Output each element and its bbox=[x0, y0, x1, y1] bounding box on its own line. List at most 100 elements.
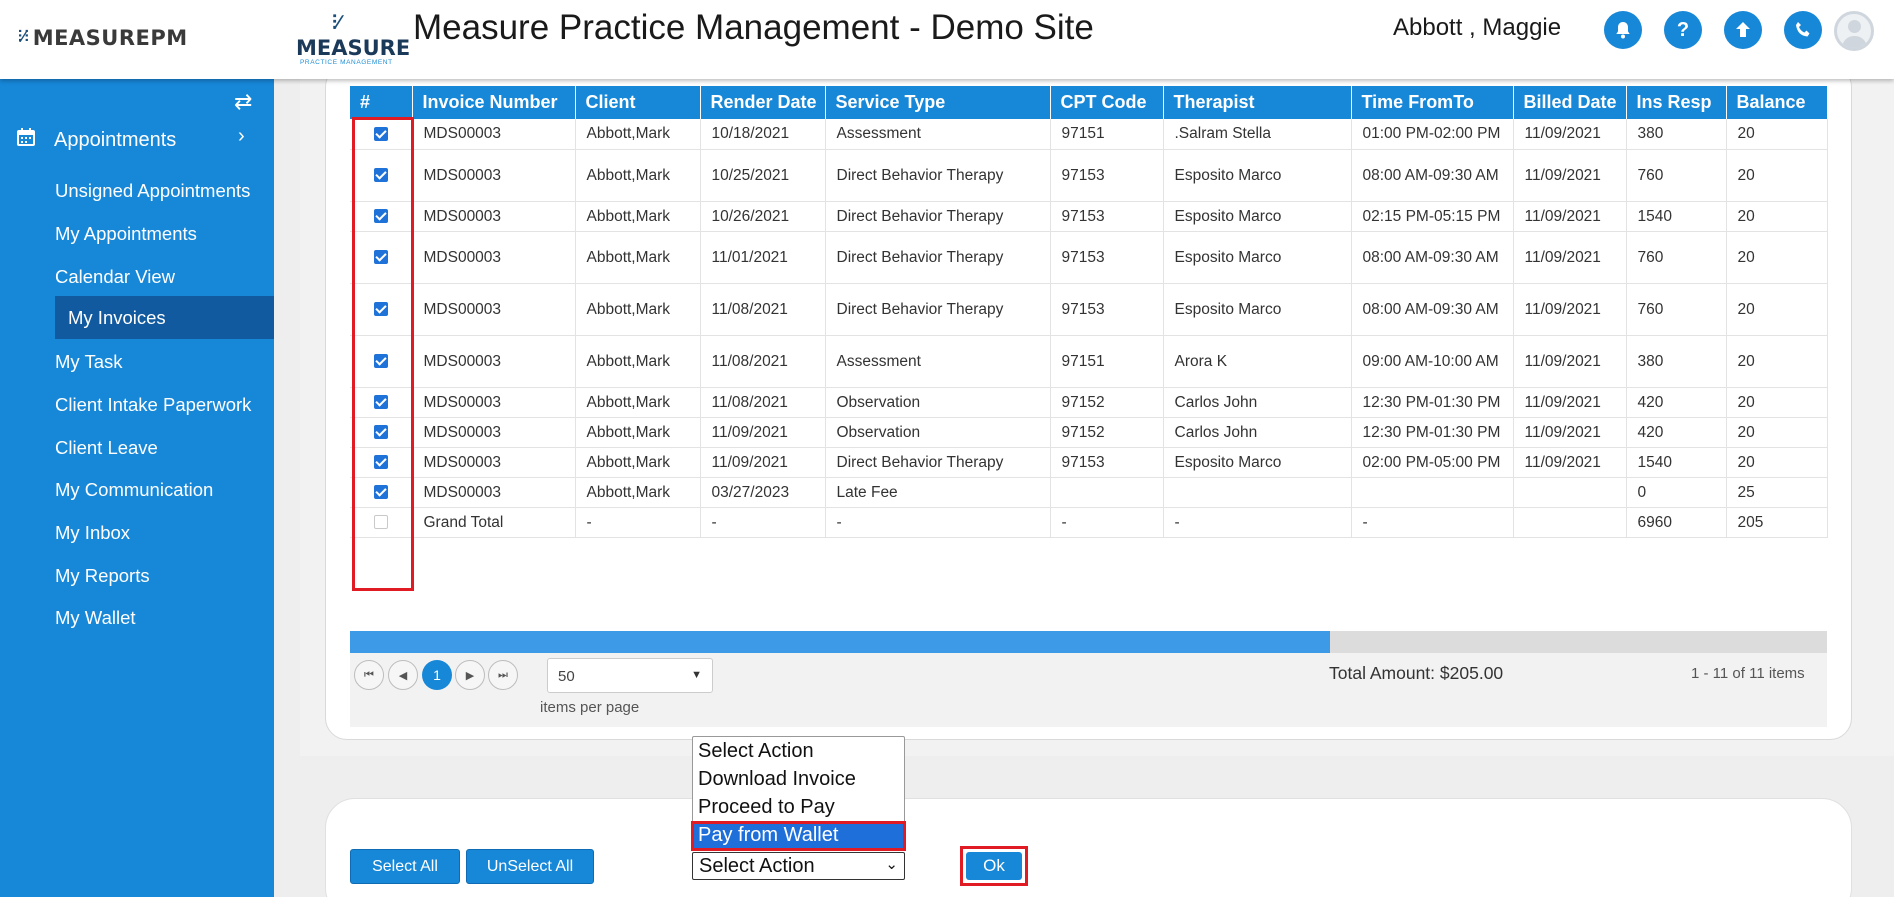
unselect-all-button[interactable]: UnSelect All bbox=[466, 849, 594, 884]
next-page-icon[interactable]: ▶ bbox=[455, 660, 485, 690]
sidebar-item-my-inbox[interactable]: My Inbox bbox=[55, 522, 130, 544]
invoice-grid: # Invoice Number Client Render Date Serv… bbox=[350, 86, 1828, 538]
row-checkbox[interactable] bbox=[373, 354, 388, 369]
table-row[interactable]: MDS00003 Abbott,Mark 10/18/2021 Assessment 9… bbox=[350, 119, 1828, 150]
user-avatar-icon[interactable] bbox=[1834, 11, 1874, 51]
option-select-action[interactable]: Select Action bbox=[693, 739, 904, 765]
col-header-therapist[interactable]: Therapist bbox=[1163, 86, 1352, 119]
col-header-service-type[interactable]: Service Type bbox=[825, 86, 1051, 119]
sidebar-item-unsigned-appointments[interactable]: Unsigned Appointments bbox=[55, 180, 250, 202]
scrollbar-thumb[interactable] bbox=[350, 631, 1330, 653]
upload-icon[interactable] bbox=[1724, 11, 1762, 49]
cell-billed-date: 11/09/2021 bbox=[1513, 335, 1627, 388]
option-proceed-to-pay[interactable]: Proceed to Pay bbox=[693, 795, 904, 821]
cell-service-type: Observation bbox=[825, 387, 1051, 418]
sidebar-item-my-communication[interactable]: My Communication bbox=[55, 479, 213, 501]
help-icon[interactable]: ? bbox=[1664, 11, 1702, 49]
option-pay-from-wallet[interactable]: Pay from Wallet bbox=[691, 821, 906, 851]
last-page-icon[interactable]: ⏭ bbox=[488, 660, 518, 690]
top-bar: ⫶∕⫶ MEASUREPM ⫶∕ MEASURE PRACTICE MANAGE… bbox=[0, 0, 1894, 79]
cell-render-date: - bbox=[700, 507, 826, 538]
row-select-cell bbox=[350, 119, 413, 150]
col-header-client[interactable]: Client bbox=[575, 86, 701, 119]
table-row[interactable]: MDS00003 Abbott,Mark 03/27/2023 Late Fee 0 25 bbox=[350, 477, 1828, 508]
sidebar-section-appointments[interactable]: Appointments › bbox=[16, 125, 261, 153]
row-checkbox[interactable] bbox=[373, 455, 388, 470]
select-all-button[interactable]: Select All bbox=[350, 849, 460, 884]
cell-cpt-code: 97153 bbox=[1050, 149, 1164, 202]
phone-icon[interactable] bbox=[1784, 11, 1822, 49]
table-row[interactable]: MDS00003 Abbott,Mark 11/08/2021 Direct Beha… bbox=[350, 283, 1828, 336]
ok-button[interactable]: Ok bbox=[966, 852, 1022, 880]
sidebar-item-client-intake-paperwork[interactable]: Client Intake Paperwork bbox=[55, 394, 251, 416]
cell-time-fromto: 09:00 AM-10:00 AM bbox=[1351, 335, 1514, 388]
horizontal-scrollbar[interactable] bbox=[350, 631, 1827, 653]
sidebar-toggle-icon[interactable]: ⇄ bbox=[234, 89, 252, 115]
cell-service-type: Direct Behavior Therapy bbox=[825, 283, 1051, 336]
cell-render-date: 11/08/2021 bbox=[700, 283, 826, 336]
bell-icon[interactable] bbox=[1604, 11, 1642, 49]
cell-time-fromto: - bbox=[1351, 507, 1514, 538]
col-header-balance[interactable]: Balance bbox=[1726, 86, 1828, 119]
row-checkbox[interactable] bbox=[373, 209, 388, 224]
cell-client: - bbox=[575, 507, 701, 538]
table-row[interactable]: MDS00003 Abbott,Mark 11/09/2021 Observation… bbox=[350, 417, 1828, 448]
sidebar-item-my-reports[interactable]: My Reports bbox=[55, 565, 150, 587]
cell-balance: 20 bbox=[1726, 149, 1828, 202]
row-checkbox[interactable] bbox=[373, 515, 388, 530]
cell-cpt-code: 97152 bbox=[1050, 387, 1164, 418]
prev-page-icon[interactable]: ◀ bbox=[388, 660, 418, 690]
user-name[interactable]: Abbott , Maggie bbox=[1393, 14, 1561, 42]
col-header-time-fromto[interactable]: Time FromTo bbox=[1351, 86, 1514, 119]
cell-balance: 20 bbox=[1726, 201, 1828, 232]
cell-cpt-code: 97153 bbox=[1050, 201, 1164, 232]
cell-invoice-number: MDS00003 bbox=[412, 283, 576, 336]
table-row[interactable]: MDS00003 Abbott,Mark 11/08/2021 Observation… bbox=[350, 387, 1828, 418]
cell-billed-date: 11/09/2021 bbox=[1513, 417, 1627, 448]
cell-billed-date: 11/09/2021 bbox=[1513, 283, 1627, 336]
col-header-number[interactable]: # bbox=[350, 86, 413, 119]
first-page-icon[interactable]: ⏮ bbox=[354, 660, 384, 690]
logo-subtitle: PRACTICE MANAGEMENT bbox=[300, 59, 393, 66]
table-row[interactable]: MDS00003 Abbott,Mark 10/25/2021 Direct Beha… bbox=[350, 149, 1828, 202]
sidebar-item-my-invoices[interactable]: My Invoices bbox=[55, 296, 274, 339]
row-checkbox[interactable] bbox=[373, 425, 388, 440]
sidebar-item-my-task[interactable]: My Task bbox=[55, 351, 123, 373]
sidebar-item-my-appointments[interactable]: My Appointments bbox=[55, 223, 197, 245]
cell-invoice-number: MDS00003 bbox=[412, 201, 576, 232]
cell-service-type: Assessment bbox=[825, 335, 1051, 388]
cell-billed-date: 11/09/2021 bbox=[1513, 231, 1627, 284]
cell-service-type: Observation bbox=[825, 417, 1051, 448]
col-header-billed-date[interactable]: Billed Date bbox=[1513, 86, 1627, 119]
table-row[interactable]: MDS00003 Abbott,Mark 11/08/2021 Assessment 9… bbox=[350, 335, 1828, 388]
grand-total-row[interactable]: Grand Total - - - - - -6960 205 bbox=[350, 507, 1828, 538]
sidebar-item-calendar-view[interactable]: Calendar View bbox=[55, 266, 175, 288]
sidebar-item-client-leave[interactable]: Client Leave bbox=[55, 437, 158, 459]
col-header-ins-resp[interactable]: Ins Resp bbox=[1626, 86, 1727, 119]
row-checkbox[interactable] bbox=[373, 168, 388, 183]
row-checkbox[interactable] bbox=[373, 395, 388, 410]
row-checkbox[interactable] bbox=[373, 127, 388, 142]
table-row[interactable]: MDS00003 Abbott,Mark 10/26/2021 Direct Beha… bbox=[350, 201, 1828, 232]
row-checkbox[interactable] bbox=[373, 250, 388, 265]
col-header-invoice-number[interactable]: Invoice Number bbox=[412, 86, 576, 119]
sidebar-item-my-wallet[interactable]: My Wallet bbox=[55, 607, 136, 629]
chevron-down-icon: ⌄ bbox=[885, 856, 898, 873]
cell-client: Abbott,Mark bbox=[575, 283, 701, 336]
action-select[interactable]: Select Action ⌄ bbox=[692, 852, 905, 880]
row-checkbox[interactable] bbox=[373, 302, 388, 317]
row-checkbox[interactable] bbox=[373, 485, 388, 500]
page-size-value: 50 bbox=[558, 668, 575, 685]
option-download-invoice[interactable]: Download Invoice bbox=[693, 767, 904, 793]
cell-render-date: 10/25/2021 bbox=[700, 149, 826, 202]
cell-therapist: Esposito Marco bbox=[1163, 283, 1352, 336]
cell-therapist: .Salram Stella bbox=[1163, 119, 1352, 150]
col-header-render-date[interactable]: Render Date bbox=[700, 86, 826, 119]
table-row[interactable]: MDS00003 Abbott,Mark 11/09/2021 Direct Beha… bbox=[350, 447, 1828, 478]
brand-logo[interactable]: ⫶∕⫶ MEASUREPM bbox=[18, 26, 188, 50]
page-number-current[interactable]: 1 bbox=[422, 660, 452, 690]
col-header-cpt-code[interactable]: CPT Code bbox=[1050, 86, 1164, 119]
cell-therapist: Esposito Marco bbox=[1163, 201, 1352, 232]
table-row[interactable]: MDS00003 Abbott,Mark 11/01/2021 Direct Beha… bbox=[350, 231, 1828, 284]
page-size-select[interactable]: 50 ▼ bbox=[547, 658, 713, 693]
